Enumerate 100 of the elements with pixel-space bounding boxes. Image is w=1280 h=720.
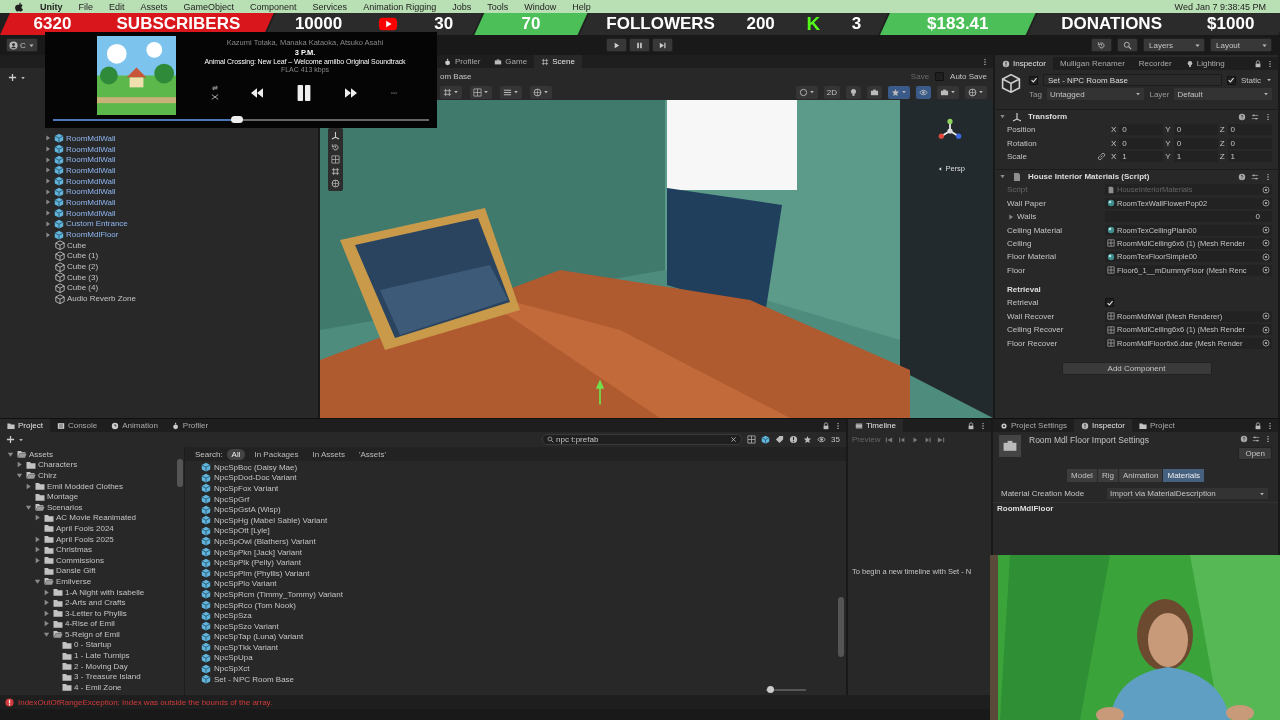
- caret-icon[interactable]: [42, 619, 51, 629]
- folder-label[interactable]: Emil Modded Clothes: [47, 481, 124, 491]
- folder-label[interactable]: Commissions: [56, 555, 104, 565]
- pause-button[interactable]: [628, 38, 650, 52]
- count-field[interactable]: 0: [1105, 211, 1272, 223]
- more-icon[interactable]: [834, 421, 842, 430]
- eye-icon[interactable]: [817, 435, 827, 444]
- step-button[interactable]: [651, 38, 673, 52]
- folder-label[interactable]: Emilverse: [56, 576, 92, 586]
- asset-item[interactable]: NpcSpUpa: [214, 653, 253, 663]
- more-icon[interactable]: [1266, 59, 1274, 68]
- panel-tab[interactable]: Animation: [104, 419, 165, 432]
- asset-item[interactable]: NpcSpTkk Variant: [214, 642, 278, 652]
- hierarchy-item[interactable]: Cube (3): [67, 272, 99, 282]
- lock-icon[interactable]: [1254, 59, 1262, 68]
- panel-tab[interactable]: Game: [487, 55, 535, 68]
- hierarchy-item[interactable]: Cube (4): [67, 283, 99, 293]
- hierarchy-item[interactable]: Cube: [67, 240, 87, 250]
- more-icon[interactable]: [979, 421, 987, 430]
- camera-button[interactable]: [937, 85, 959, 99]
- gizmo-button[interactable]: [530, 85, 552, 99]
- folder-label[interactable]: Scenarios: [47, 502, 83, 512]
- number-field[interactable]: 0: [1227, 137, 1272, 149]
- number-field[interactable]: 1: [1227, 150, 1272, 162]
- folder-label[interactable]: 4-Rise of Emil: [65, 619, 115, 629]
- first-frame-icon[interactable]: [885, 435, 894, 444]
- caret-icon[interactable]: [44, 177, 52, 186]
- asset-item[interactable]: NpcSpOtt [Lyle]: [214, 526, 270, 536]
- folder-label[interactable]: April Fools 2025: [56, 534, 114, 544]
- section-tab[interactable]: Materials: [1163, 469, 1204, 482]
- panel-tab[interactable]: Console: [49, 419, 105, 432]
- asset-item[interactable]: Set - NPC Room Base: [214, 674, 295, 684]
- folder-label[interactable]: Christmas: [56, 545, 92, 555]
- folder-label[interactable]: Chirz: [38, 471, 57, 480]
- number-field[interactable]: 0: [1173, 137, 1218, 149]
- number-field[interactable]: 1: [1173, 150, 1218, 162]
- next-frame-icon[interactable]: [924, 435, 933, 444]
- folder-label[interactable]: Characters: [38, 460, 78, 470]
- caret-icon[interactable]: [44, 198, 52, 207]
- asset-item[interactable]: NpcSpPlo Variant: [214, 579, 277, 589]
- caret-icon[interactable]: [33, 545, 42, 555]
- folder-label[interactable]: 3 - Treasure Island: [74, 672, 141, 682]
- menu-item[interactable]: GameObject: [183, 1, 235, 12]
- section-tab[interactable]: Model: [1067, 469, 1097, 482]
- name-field[interactable]: Set - NPC Room Base: [1043, 74, 1222, 86]
- play-icon[interactable]: [911, 435, 920, 444]
- section-tab[interactable]: Rig: [1097, 469, 1118, 482]
- layers-dropdown[interactable]: Layers: [1143, 38, 1205, 52]
- folder-label[interactable]: 3-Letter to Phyllis: [65, 608, 127, 618]
- asset-item[interactable]: NpcSpRcm (Timmy_Tommy) Variant: [214, 589, 343, 599]
- caret-icon[interactable]: [24, 481, 33, 491]
- panel-tab[interactable]: Recorder: [1131, 57, 1179, 70]
- number-field[interactable]: 0: [1173, 124, 1218, 136]
- hierarchy-item[interactable]: Audio Reverb Zone: [67, 294, 136, 304]
- folder-label[interactable]: Montage: [47, 492, 79, 502]
- folder-label[interactable]: 2-Arts and Crafts: [65, 598, 126, 608]
- checkbox[interactable]: [1227, 75, 1236, 85]
- panel-tab[interactable]: Inspector: [995, 57, 1053, 70]
- effects-button[interactable]: [888, 85, 910, 99]
- tag-dropdown[interactable]: Untagged: [1046, 88, 1145, 100]
- hierarchy-item[interactable]: RoomMdlWall: [66, 144, 116, 154]
- tag-icon[interactable]: [775, 435, 785, 444]
- caret-icon[interactable]: [44, 187, 52, 196]
- number-field[interactable]: 0: [1119, 137, 1164, 149]
- move-tool-icon[interactable]: [331, 131, 340, 140]
- star-icon[interactable]: [803, 435, 813, 444]
- checkbox[interactable]: [1029, 75, 1038, 85]
- asset-item[interactable]: NpcSpGrf: [214, 494, 250, 504]
- caret-icon[interactable]: [44, 166, 52, 175]
- increment-button[interactable]: [500, 85, 522, 99]
- scope-tab[interactable]: 'Assets': [353, 448, 392, 460]
- asset-item[interactable]: NpcSpGstA (Wisp): [214, 505, 281, 515]
- search-field[interactable]: npc t:prefab: [542, 434, 743, 445]
- gizmos-button[interactable]: [965, 85, 987, 99]
- panel-tab[interactable]: Scene: [534, 55, 582, 68]
- play-button[interactable]: [605, 38, 627, 52]
- number-field[interactable]: 0: [1227, 124, 1272, 136]
- more-icon[interactable]: [1264, 172, 1272, 181]
- folder-label[interactable]: 5-Reign of Emil: [65, 629, 120, 639]
- caret-icon[interactable]: [15, 460, 24, 470]
- previous-frame-icon[interactable]: [898, 435, 907, 444]
- panel-tab[interactable]: Inspector: [1074, 419, 1132, 432]
- asset-item[interactable]: NpcSpRco (Tom Nook): [214, 600, 296, 610]
- hierarchy-item[interactable]: RoomMdlWall: [66, 187, 116, 197]
- menu-item[interactable]: File: [78, 1, 93, 12]
- caret-icon[interactable]: [44, 209, 52, 218]
- scope-tab[interactable]: In Packages: [249, 448, 304, 460]
- breadcrumb[interactable]: om Base: [440, 71, 472, 81]
- hierarchy-item[interactable]: RoomMdlFloor: [66, 230, 119, 240]
- caret-icon[interactable]: [42, 598, 51, 608]
- lighting-button[interactable]: [846, 85, 861, 99]
- asset-item[interactable]: NpcSpSzo Variant: [214, 621, 279, 631]
- menu-item[interactable]: Tools: [487, 1, 509, 12]
- grid-snap-button[interactable]: [440, 85, 462, 99]
- hierarchy-item[interactable]: RoomMdlWall: [66, 155, 116, 165]
- caret-icon[interactable]: [33, 534, 42, 544]
- error-message[interactable]: IndexOutOfRangeException: Index was outside the bounds of the array.: [18, 697, 273, 707]
- visibility-button[interactable]: [916, 85, 931, 99]
- caret-icon[interactable]: [44, 155, 52, 164]
- panel-tab[interactable]: Profiler: [164, 419, 216, 432]
